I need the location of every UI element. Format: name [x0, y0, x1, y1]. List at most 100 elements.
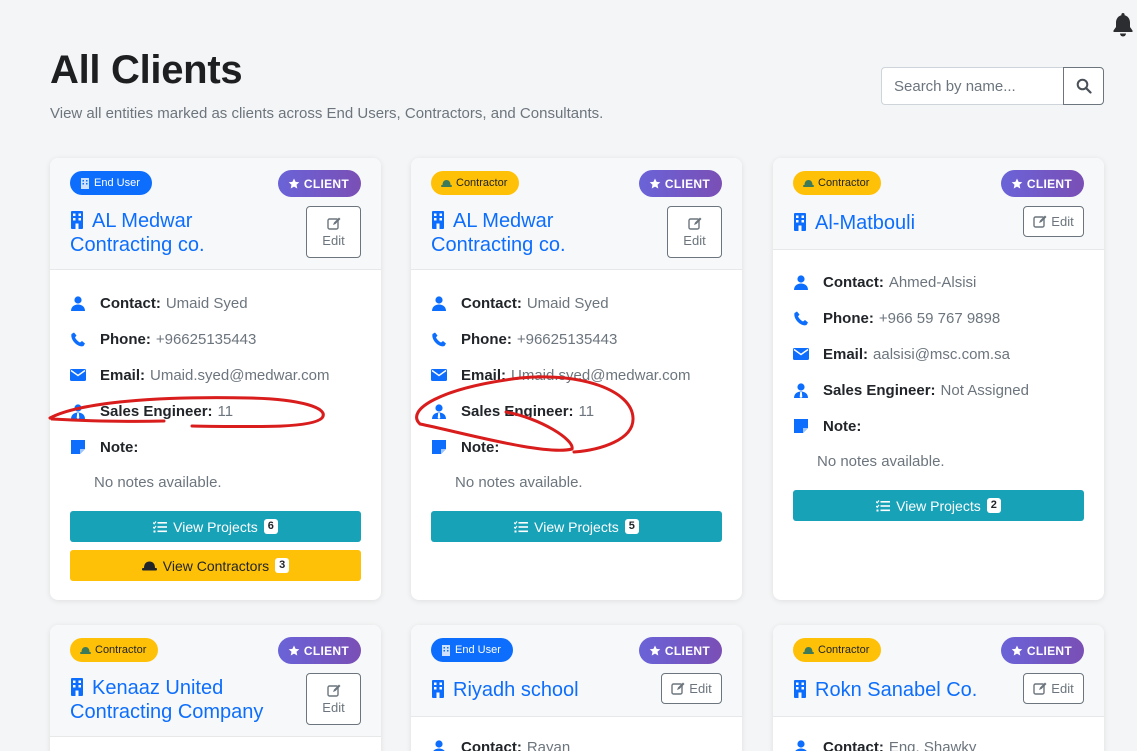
- contact-row: Contact: Ahmed-Alsisi: [793, 272, 976, 292]
- client-name[interactable]: Kenaaz United Contracting Company: [70, 676, 263, 724]
- star-icon: [1011, 645, 1023, 655]
- edit-button[interactable]: Edit: [306, 206, 361, 258]
- type-badge: Contractor: [793, 171, 882, 195]
- sales-engineer-row: Sales Engineer: 11: [431, 401, 594, 421]
- type-badge-label: Contractor: [818, 177, 870, 189]
- edit-button[interactable]: Edit: [306, 673, 361, 725]
- building-icon: [81, 177, 89, 189]
- client-card: End User CLIENT AL Medwar Contracting co.…: [50, 158, 381, 600]
- search-icon: [1076, 78, 1092, 94]
- card-header: Contractor CLIENT AL Medwar Contracting c…: [411, 158, 742, 270]
- search-bar: [881, 67, 1104, 105]
- edit-button[interactable]: Edit: [667, 206, 722, 258]
- note-row: Note:: [793, 416, 866, 436]
- client-badge: CLIENT: [277, 637, 361, 664]
- client-name[interactable]: Al-Matbouli: [793, 211, 915, 235]
- type-badge-label: Contractor: [818, 644, 870, 656]
- hard-hat-icon: [141, 561, 157, 571]
- type-badge: Contractor: [793, 638, 882, 662]
- envelope-icon: [431, 367, 447, 383]
- client-badge: CLIENT: [1000, 637, 1084, 664]
- building-icon: [432, 211, 444, 229]
- client-card: Contractor CLIENT AL Medwar Contracting c…: [411, 158, 742, 600]
- note-row: Note:: [431, 437, 504, 457]
- star-icon: [288, 178, 300, 188]
- user-icon: [431, 739, 447, 751]
- hard-hat-icon: [803, 646, 814, 654]
- user-icon: [431, 295, 447, 311]
- client-card: Contractor CLIENT Rokn Sanabel Co. Edit …: [773, 625, 1104, 751]
- building-icon: [71, 211, 83, 229]
- client-badge: CLIENT: [277, 170, 361, 197]
- tasks-icon: [876, 499, 891, 511]
- contact-row: Contact: Umaid Syed: [70, 293, 248, 313]
- star-icon: [649, 645, 661, 655]
- card-header: Contractor CLIENT Kenaaz United Contracti…: [50, 625, 381, 737]
- notes-text: No notes available.: [94, 474, 222, 491]
- client-name[interactable]: Riyadh school: [431, 678, 579, 702]
- client-name[interactable]: Rokn Sanabel Co.: [793, 678, 977, 702]
- page-subtitle: View all entities marked as clients acro…: [50, 105, 604, 122]
- card-header: Contractor CLIENT Rokn Sanabel Co. Edit: [773, 625, 1104, 717]
- client-card: Contractor CLIENT Al-Matbouli Edit Conta…: [773, 158, 1104, 600]
- client-badge: CLIENT: [1000, 170, 1084, 197]
- user-tie-icon: [793, 382, 809, 398]
- type-badge-label: End User: [94, 177, 140, 189]
- search-input[interactable]: [881, 67, 1063, 105]
- card-header: End User CLIENT Riyadh school Edit: [411, 625, 742, 717]
- envelope-icon: [793, 346, 809, 362]
- email-row: Email: Umaid.syed@medwar.com: [70, 365, 329, 385]
- edit-button[interactable]: Edit: [1023, 673, 1084, 704]
- contact-row: Contact: Umaid Syed: [431, 293, 609, 313]
- edit-button[interactable]: Edit: [1023, 206, 1084, 237]
- phone-icon: [70, 331, 86, 347]
- projects-count: 6: [263, 519, 278, 534]
- client-badge-label: CLIENT: [303, 643, 349, 658]
- contact-row: Contact: Eng. Shawky: [793, 737, 976, 751]
- card-header: Contractor CLIENT Al-Matbouli Edit: [773, 158, 1104, 250]
- hard-hat-icon: [80, 646, 91, 654]
- building-icon: [432, 680, 444, 698]
- projects-count: 2: [986, 498, 1001, 513]
- email-row: Email: aalsisi@msc.com.sa: [793, 344, 1010, 364]
- building-icon: [442, 644, 450, 656]
- sticky-note-icon: [431, 439, 447, 455]
- notification-bell-icon[interactable]: [1111, 12, 1135, 38]
- user-icon: [793, 274, 809, 290]
- client-card: Contractor CLIENT Kenaaz United Contracti…: [50, 625, 381, 751]
- type-badge-label: Contractor: [456, 177, 508, 189]
- view-projects-button[interactable]: View Projects 2: [793, 490, 1084, 521]
- contact-row: Contact: Rayan: [431, 737, 570, 751]
- type-badge: Contractor: [70, 638, 159, 662]
- email-row: Email: Umaid.syed@medwar.com: [431, 365, 690, 385]
- edit-button[interactable]: Edit: [661, 673, 722, 704]
- view-contractors-button[interactable]: View Contractors 3: [70, 550, 361, 581]
- client-name[interactable]: AL Medwar Contracting co.: [70, 209, 205, 257]
- sticky-note-icon: [70, 439, 86, 455]
- type-badge-label: Contractor: [95, 644, 147, 656]
- tasks-icon: [153, 520, 168, 532]
- edit-icon: [687, 217, 701, 230]
- edit-icon: [1033, 682, 1047, 695]
- star-icon: [288, 645, 300, 655]
- client-name[interactable]: AL Medwar Contracting co.: [431, 209, 566, 257]
- search-button[interactable]: [1063, 67, 1104, 105]
- view-projects-button[interactable]: View Projects 6: [70, 511, 361, 542]
- card-header: End User CLIENT AL Medwar Contracting co.…: [50, 158, 381, 270]
- edit-icon: [1033, 215, 1047, 228]
- contractors-count: 3: [275, 558, 290, 573]
- building-icon: [794, 680, 806, 698]
- user-icon: [70, 295, 86, 311]
- phone-row: Phone: +96625135443: [431, 329, 617, 349]
- notes-text: No notes available.: [817, 453, 945, 470]
- phone-row: Phone: +96625135443: [70, 329, 256, 349]
- hard-hat-icon: [441, 179, 452, 187]
- client-badge-label: CLIENT: [664, 176, 710, 191]
- page-title: All Clients: [50, 48, 243, 92]
- hard-hat-icon: [803, 179, 814, 187]
- view-projects-button[interactable]: View Projects 5: [431, 511, 722, 542]
- type-badge: End User: [431, 638, 513, 662]
- client-badge-label: CLIENT: [303, 176, 349, 191]
- tasks-icon: [514, 520, 529, 532]
- notes-text: No notes available.: [455, 474, 583, 491]
